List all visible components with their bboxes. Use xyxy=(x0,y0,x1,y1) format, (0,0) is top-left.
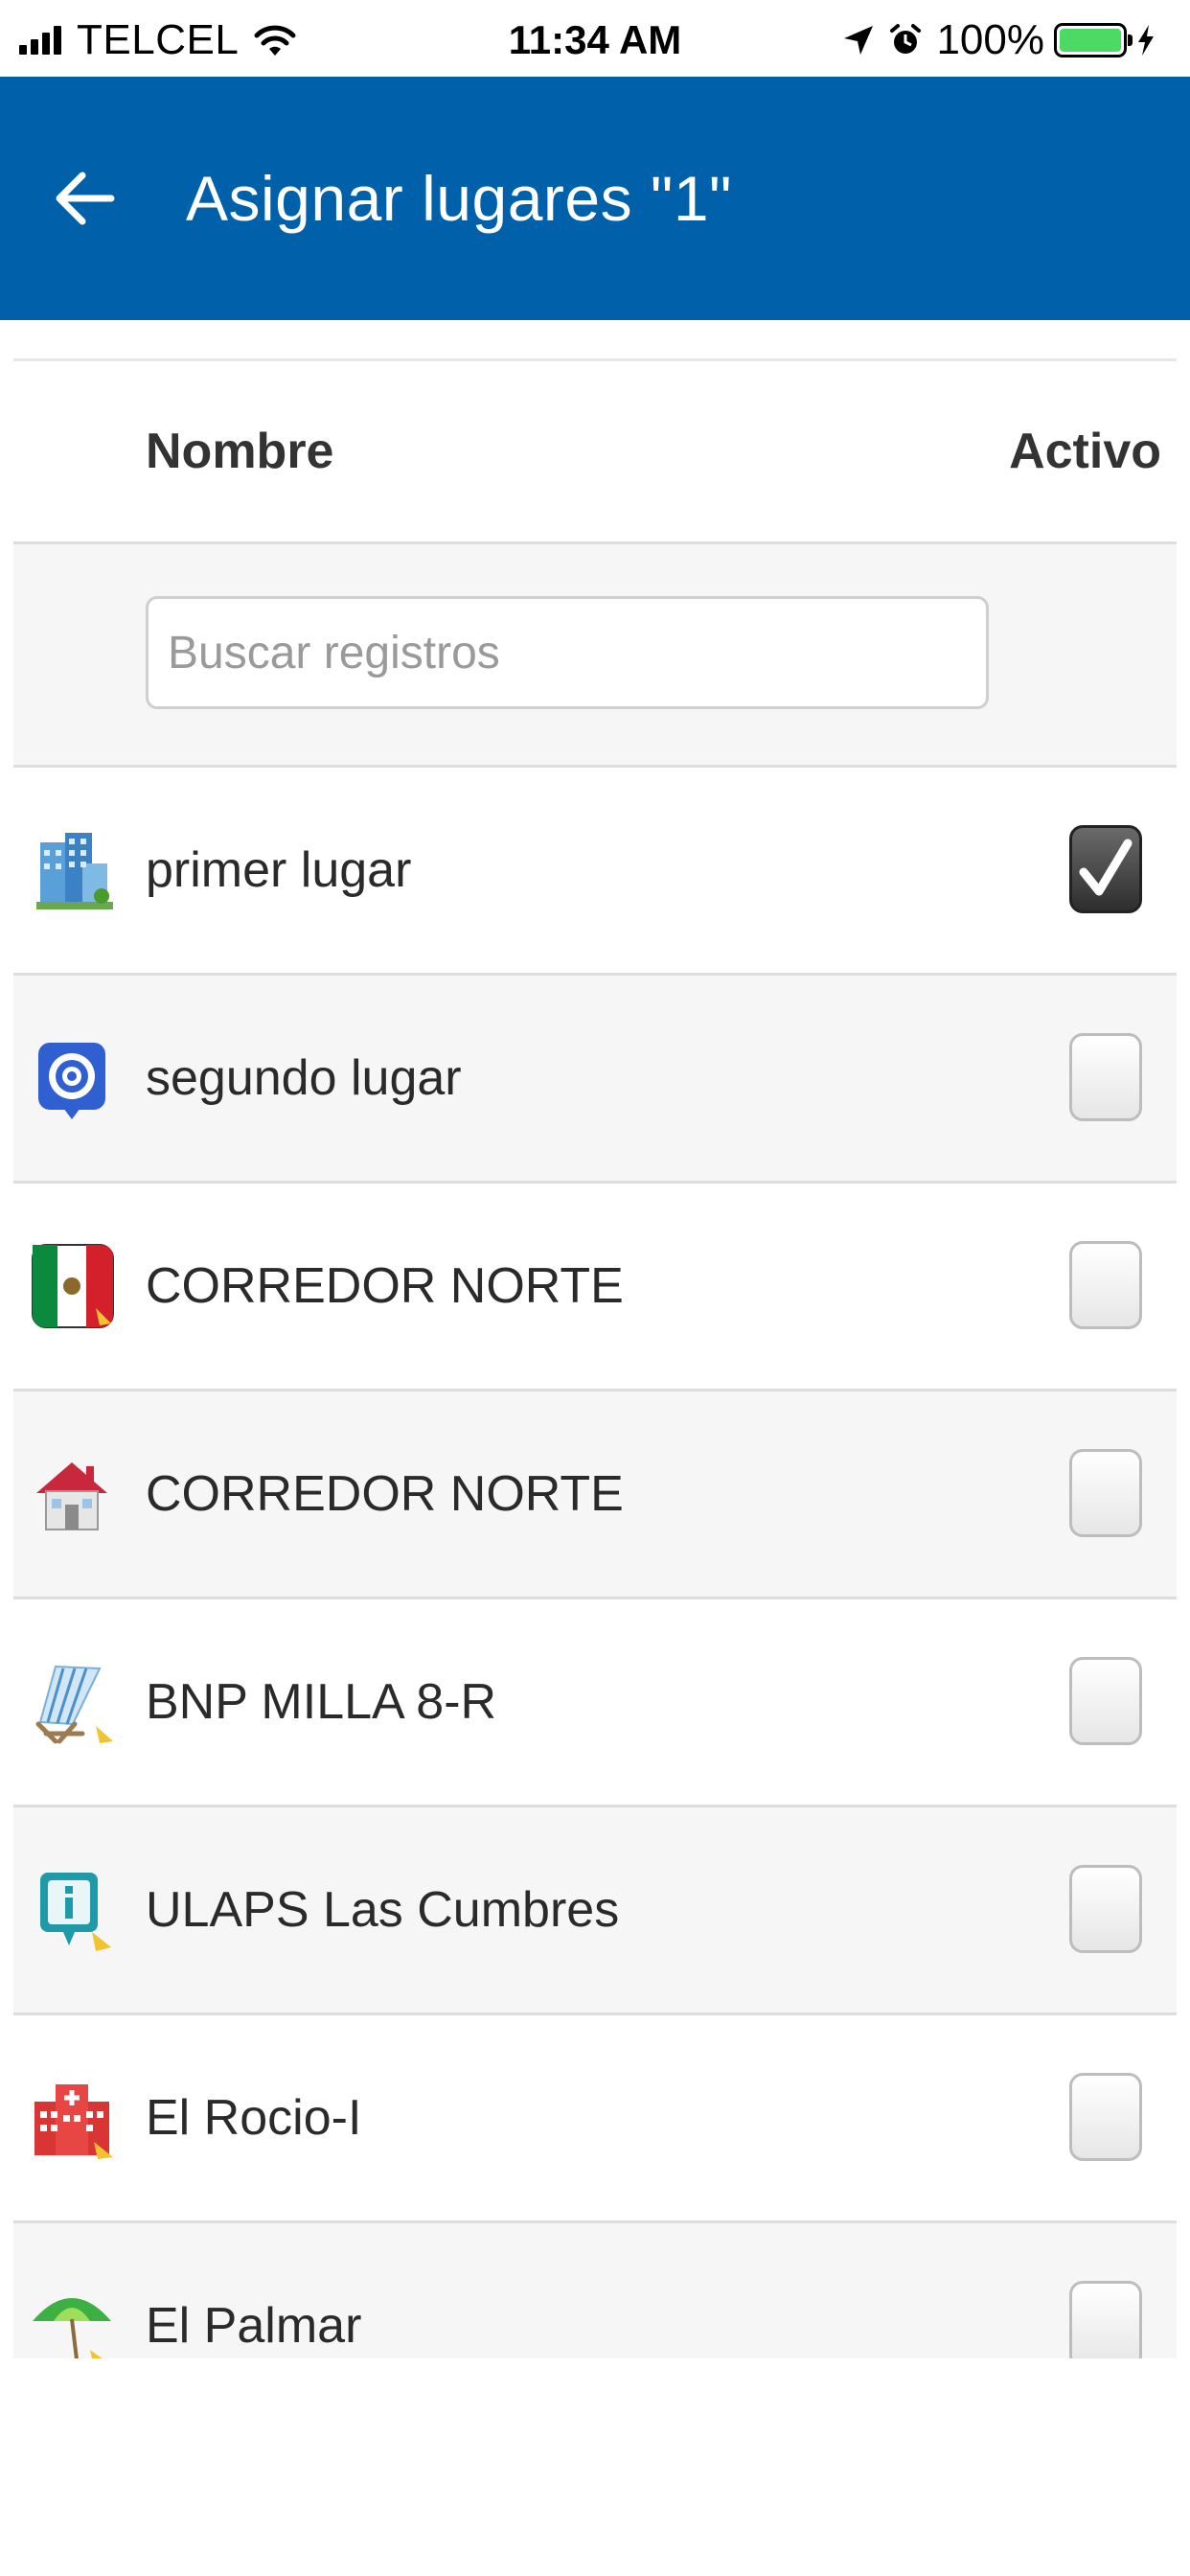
list-item[interactable]: CORREDOR NORTE xyxy=(13,1184,1177,1392)
list-item-label: CORREDOR NORTE xyxy=(146,1466,624,1522)
beach-chair-icon xyxy=(27,1657,117,1747)
list-item-label: primer lugar xyxy=(146,842,412,898)
mexico-flag-icon xyxy=(27,1241,117,1331)
status-right: 100% xyxy=(842,13,1169,67)
blue-target-pin-icon xyxy=(27,1033,117,1123)
search-input[interactable] xyxy=(146,596,989,709)
list-item[interactable]: segundo lugar xyxy=(13,976,1177,1184)
hospital-icon xyxy=(27,2073,117,2163)
list-item-label: BNP MILLA 8-R xyxy=(146,1674,497,1730)
list-item[interactable]: El Rocio-I xyxy=(13,2015,1177,2223)
list-item-label: CORREDOR NORTE xyxy=(146,1258,624,1314)
app-bar: Asignar lugares "1" xyxy=(0,77,1190,320)
column-header-name[interactable]: Nombre xyxy=(146,361,333,541)
active-checkbox[interactable] xyxy=(1069,1449,1142,1537)
page-title: Asignar lugares "1" xyxy=(186,163,732,234)
alarm-icon xyxy=(890,24,922,54)
arrow-left-icon xyxy=(56,172,115,225)
charging-bolt-icon xyxy=(1138,25,1154,56)
battery-level xyxy=(1060,29,1121,52)
list-item[interactable]: primer lugar xyxy=(13,768,1177,976)
table-header: Nombre Activo xyxy=(13,361,1177,544)
active-checkbox[interactable] xyxy=(1069,825,1142,913)
info-kiosk-icon xyxy=(27,1865,117,1955)
search-row xyxy=(13,544,1177,768)
active-checkbox[interactable] xyxy=(1069,2073,1142,2161)
active-checkbox[interactable] xyxy=(1069,1241,1142,1329)
back-button[interactable] xyxy=(42,155,128,242)
list-item[interactable]: ULAPS Las Cumbres xyxy=(13,1807,1177,2015)
house-icon xyxy=(27,1449,117,1539)
status-bar: TELCEL 11:34 AM 100% xyxy=(0,0,1190,77)
beach-umbrella-icon xyxy=(27,2281,117,2358)
list-item-label: segundo lugar xyxy=(146,1050,462,1106)
office-building-icon xyxy=(27,825,117,915)
list-item-label: ULAPS Las Cumbres xyxy=(146,1882,620,1938)
column-header-active[interactable]: Activo xyxy=(1009,361,1161,541)
active-checkbox[interactable] xyxy=(1069,1657,1142,1745)
battery-icon xyxy=(1054,23,1133,58)
list-item-label: El Palmar xyxy=(146,2298,362,2354)
list-item[interactable]: BNP MILLA 8-R xyxy=(13,1599,1177,1807)
active-checkbox[interactable] xyxy=(1069,2281,1142,2358)
battery-percent: 100% xyxy=(936,16,1044,63)
places-list[interactable]: primer lugar segundo lugar CORREDOR NORTE C… xyxy=(13,768,1177,2358)
list-item[interactable]: CORREDOR NORTE xyxy=(13,1392,1177,1599)
location-arrow-icon xyxy=(844,26,874,55)
places-table: Nombre Activo primer lugar segundo lugar C… xyxy=(13,358,1177,2358)
active-checkbox[interactable] xyxy=(1069,1033,1142,1121)
checkmark-icon xyxy=(1079,839,1133,896)
active-checkbox[interactable] xyxy=(1069,1865,1142,1953)
list-item[interactable]: El Palmar xyxy=(13,2223,1177,2358)
list-item-label: El Rocio-I xyxy=(146,2090,362,2146)
